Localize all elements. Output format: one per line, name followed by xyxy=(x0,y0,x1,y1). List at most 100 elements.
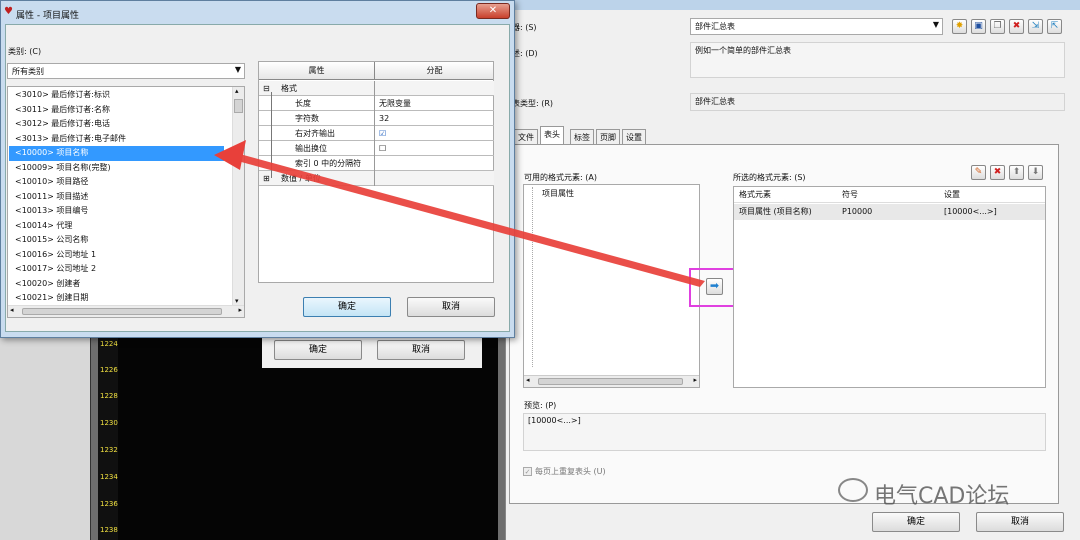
grid-row[interactable]: 字符数 32 xyxy=(259,111,494,126)
grid-value[interactable]: 32 xyxy=(376,111,494,126)
available-list[interactable]: 项目属性 ◂ ▸ xyxy=(523,184,700,388)
list-item[interactable]: <10014> 代理 xyxy=(9,219,224,234)
copy-icon[interactable]: ❐ xyxy=(990,19,1005,34)
grid-row-group[interactable]: ⊟ 格式 xyxy=(259,81,494,96)
list-item[interactable]: <3010> 最后修订者:标识 xyxy=(9,88,224,103)
popup-ok-button[interactable]: 确定 xyxy=(303,297,391,317)
popup-close-button[interactable]: ✕ xyxy=(476,3,510,19)
col-symbol-header[interactable]: 符号 xyxy=(842,187,858,203)
list-item[interactable]: <3012> 最后修订者:电话 xyxy=(9,117,224,132)
row-setting: [10000<...>] xyxy=(944,207,997,216)
tab-label[interactable]: 标签 xyxy=(570,129,594,145)
grid-key: 右对齐输出 xyxy=(259,126,375,141)
export-icon[interactable]: ⇱ xyxy=(1047,19,1062,34)
grid-key: 字符数 xyxy=(259,111,375,126)
grid-header-property[interactable]: 属性 xyxy=(259,62,375,80)
list-item[interactable]: <10010> 项目路径 xyxy=(9,175,224,190)
grid-key: 长度 xyxy=(259,96,375,111)
preview-field: [10000<...>] xyxy=(523,413,1046,451)
right-align-checkbox[interactable]: ☑ xyxy=(376,126,494,141)
grid-row[interactable]: 索引 0 中的分隔符 xyxy=(259,156,494,171)
ruler-label: 1238 xyxy=(100,526,118,534)
desc-field[interactable]: 例如一个简单的部件汇总表 xyxy=(690,42,1065,78)
scroll-down-icon[interactable]: ▾ xyxy=(235,297,239,305)
grid-row[interactable]: 右对齐输出 ☑ xyxy=(259,126,494,141)
tab-settings[interactable]: 设置 xyxy=(622,129,646,145)
remove-icon[interactable]: ✖ xyxy=(990,165,1005,180)
edit-icon[interactable]: ✎ xyxy=(971,165,986,180)
repeat-checkbox[interactable]: ✓ xyxy=(523,467,532,476)
list-item[interactable]: <3011> 最后修订者:名称 xyxy=(9,103,224,118)
scroll-thumb[interactable] xyxy=(234,99,243,113)
col-setting-header[interactable]: 设置 xyxy=(944,187,960,203)
selected-label: 所选的格式元素: (S) xyxy=(733,173,806,182)
col-element-header[interactable]: 格式元素 xyxy=(739,187,771,203)
popup-title: 属性 - 项目属性 xyxy=(16,11,79,21)
table-row[interactable]: 项目属性 (项目名称) P10000 [10000<...>] xyxy=(734,204,1045,220)
list-item-selected[interactable]: <10000> 项目名称 xyxy=(9,146,224,161)
grid-row[interactable]: 输出换位 ☐ xyxy=(259,141,494,156)
tab-footer[interactable]: 页脚 xyxy=(596,129,620,145)
property-grid[interactable]: 属性 分配 ⊟ 格式 长度 无限变量 字符数 32 右对齐输出 ☑ 输出换位 ☐ 索引 0… xyxy=(258,61,494,283)
type-field: 部件汇总表 xyxy=(690,93,1065,111)
save-icon[interactable]: ▣ xyxy=(971,19,986,34)
wechat-icon xyxy=(838,478,868,502)
repeat-label: 每页上重复表头 (U) xyxy=(535,467,606,476)
grid-row-group[interactable]: ⊞ 数值 / 单位 xyxy=(259,171,494,186)
selected-table[interactable]: 格式元素 符号 设置 项目属性 (项目名称) P10000 [10000<...… xyxy=(733,186,1046,388)
property-list[interactable]: <3010> 最后修订者:标识 <3011> 最后修订者:名称 <3012> 最… xyxy=(7,86,245,318)
category-label: 类别: (C) xyxy=(8,47,42,56)
scroll-left-icon[interactable]: ◂ xyxy=(10,306,14,314)
preview-label: 预览: (P) xyxy=(524,401,557,410)
bg-cancel-button[interactable]: 取消 xyxy=(377,340,465,360)
popup-cancel-button[interactable]: 取消 xyxy=(407,297,495,317)
list-item[interactable]: <10009> 项目名称(完整) xyxy=(9,161,224,176)
scroll-up-icon[interactable]: ▴ xyxy=(235,87,239,95)
list-item[interactable]: <10016> 公司地址 1 xyxy=(9,248,224,263)
grid-header-assignment[interactable]: 分配 xyxy=(376,62,493,80)
scroll-thumb[interactable] xyxy=(538,378,683,385)
ruler-label: 1232 xyxy=(100,446,118,454)
grid-row[interactable]: 长度 无限变量 xyxy=(259,96,494,111)
delete-icon[interactable]: ✖ xyxy=(1009,19,1024,34)
bg-ok-button[interactable]: 确定 xyxy=(274,340,362,360)
list-item[interactable]: <10017> 公司地址 2 xyxy=(9,262,224,277)
grid-key: 输出换位 xyxy=(259,141,375,156)
watermark: 电气CAD论坛 xyxy=(874,484,1010,509)
scroll-right-icon[interactable]: ▸ xyxy=(238,306,242,314)
grid-value[interactable]: 无限变量 xyxy=(376,96,494,111)
new-icon[interactable]: ✸ xyxy=(952,19,967,34)
scroll-right-icon[interactable]: ▸ xyxy=(693,376,697,384)
move-down-icon[interactable]: ⬇ xyxy=(1028,165,1043,180)
list-vscrollbar[interactable]: ▴ ▾ xyxy=(232,87,244,305)
move-up-icon[interactable]: ⬆ xyxy=(1009,165,1024,180)
available-item[interactable]: 项目属性 xyxy=(542,188,574,199)
move-right-button[interactable]: ➡ xyxy=(706,278,723,295)
list-item[interactable]: <10021> 创建日期 xyxy=(9,291,224,306)
name-select[interactable]: 部件汇总表 ▼ xyxy=(690,18,943,35)
grid-tree-line xyxy=(271,92,272,178)
category-value: 所有类别 xyxy=(12,67,44,76)
list-item[interactable]: <10011> 项目描述 xyxy=(9,190,224,205)
list-item[interactable]: <10020> 创建者 xyxy=(9,277,224,292)
row-symbol: P10000 xyxy=(842,207,873,216)
scroll-left-icon[interactable]: ◂ xyxy=(526,376,530,384)
list-item[interactable]: <10015> 公司名称 xyxy=(9,233,224,248)
scroll-thumb[interactable] xyxy=(22,308,222,315)
row-element: 项目属性 (项目名称) xyxy=(739,207,812,216)
list-item[interactable]: <3013> 最后修订者:电子邮件 xyxy=(9,132,224,147)
ruler-label: 1230 xyxy=(100,419,118,427)
ok-button[interactable]: 确定 xyxy=(872,512,960,532)
cancel-button[interactable]: 取消 xyxy=(976,512,1064,532)
list-item[interactable]: <10013> 项目编号 xyxy=(9,204,224,219)
wrap-checkbox[interactable]: ☐ xyxy=(376,141,494,156)
tab-file[interactable]: 文件 xyxy=(514,129,538,145)
tab-header[interactable]: 表头 xyxy=(540,126,564,145)
type-label: 表类型: (R) xyxy=(512,99,554,108)
available-tree-line xyxy=(532,187,533,367)
available-hscrollbar[interactable]: ◂ ▸ xyxy=(524,375,699,387)
desktop-left xyxy=(0,330,90,540)
category-select[interactable]: 所有类别 ▼ xyxy=(7,63,245,79)
list-hscrollbar[interactable]: ◂ ▸ xyxy=(8,305,244,317)
import-icon[interactable]: ⇲ xyxy=(1028,19,1043,34)
